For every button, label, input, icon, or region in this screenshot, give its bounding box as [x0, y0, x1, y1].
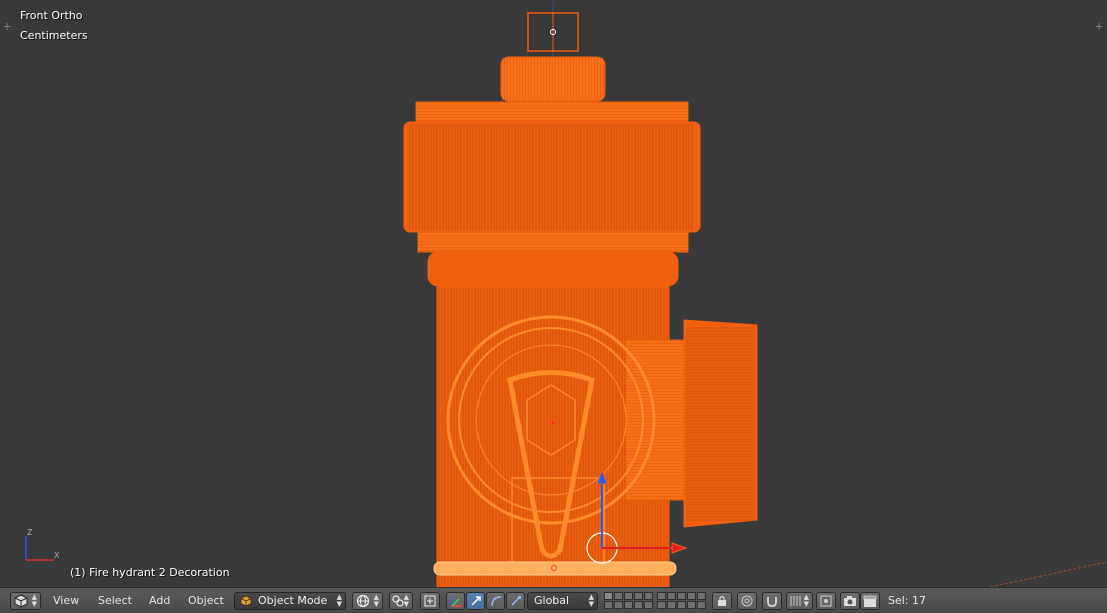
- bonnet-lines: [409, 124, 693, 230]
- manipulator-toggle-icon: [451, 596, 462, 607]
- layer-button[interactable]: [657, 601, 666, 609]
- mode-label: Object Mode: [258, 594, 328, 607]
- layer-button[interactable]: [634, 592, 643, 600]
- layer-button[interactable]: [657, 592, 666, 600]
- menu-add[interactable]: Add: [147, 592, 172, 610]
- layer-button[interactable]: [624, 601, 633, 609]
- magnet-icon: [767, 597, 777, 608]
- mode-dropdown[interactable]: Object Mode ▲ ▼: [234, 592, 346, 610]
- region-expand-right-icon[interactable]: +: [1094, 21, 1104, 32]
- layer-button[interactable]: [644, 592, 653, 600]
- layer-button[interactable]: [687, 601, 696, 609]
- proportional-edit-icon: [741, 595, 753, 607]
- snap-toggle-button[interactable]: [762, 592, 782, 610]
- layer-button[interactable]: [697, 592, 706, 600]
- rotate-icon: [491, 596, 502, 607]
- layer-button[interactable]: [614, 601, 623, 609]
- manipulator-settings-button[interactable]: [420, 592, 440, 610]
- units-label: Centimeters: [20, 29, 88, 42]
- cube-view-icon: [14, 594, 28, 608]
- snap-target-icon: [820, 595, 832, 607]
- floor-grid-line: [989, 561, 1107, 587]
- layer-button[interactable]: [604, 592, 613, 600]
- transform-gizmo-icon: [424, 595, 436, 607]
- layer-button[interactable]: [677, 601, 686, 609]
- snap-increment-icon: [790, 596, 801, 606]
- layer-button[interactable]: [644, 601, 653, 609]
- layers-group-2[interactable]: [657, 592, 706, 610]
- layers-group-1[interactable]: [604, 592, 653, 610]
- pivot-point-dropdown[interactable]: ▲ ▼: [389, 592, 413, 610]
- axis-x-label: X: [54, 551, 60, 560]
- layer-button[interactable]: [634, 601, 643, 609]
- object-info-label: (1) Fire hydrant 2 Decoration: [70, 566, 230, 579]
- axis-z-label: Z: [27, 528, 33, 537]
- lock-camera-layers-button[interactable]: [712, 592, 732, 610]
- 3d-view-header: ▲ ▼ View Select Add Object Object Mode ▲ ▼…: [0, 587, 1107, 613]
- transform-orientation-dropdown[interactable]: Global ▲ ▼: [527, 592, 598, 610]
- camera-icon: [844, 596, 856, 606]
- layer-button[interactable]: [667, 592, 676, 600]
- region-expand-left-icon[interactable]: +: [2, 21, 12, 32]
- proportional-editing-button[interactable]: [737, 592, 757, 610]
- translate-icon: [471, 596, 481, 606]
- render-animation-button[interactable]: [860, 592, 880, 610]
- menu-select[interactable]: Select: [96, 592, 134, 610]
- translate-manipulator-button[interactable]: [466, 592, 485, 610]
- neck: [427, 251, 679, 287]
- base-ring-selected: [433, 561, 677, 576]
- view-name-label: Front Ortho: [20, 9, 83, 22]
- editor-type-selector[interactable]: ▲ ▼: [10, 592, 41, 610]
- scale-icon: [511, 596, 521, 606]
- menu-object[interactable]: Object: [186, 592, 226, 610]
- viewport-shading-dropdown[interactable]: ▲ ▼: [352, 592, 383, 610]
- fire-hydrant-wireframe: [403, 0, 1107, 587]
- layer-button[interactable]: [614, 592, 623, 600]
- layer-button[interactable]: [604, 601, 613, 609]
- lock-icon: [718, 595, 726, 606]
- layer-button[interactable]: [624, 592, 633, 600]
- scale-manipulator-button[interactable]: [506, 592, 525, 610]
- render-opengl-button[interactable]: [840, 592, 860, 610]
- clapperboard-icon: [863, 595, 877, 607]
- layer-button[interactable]: [687, 592, 696, 600]
- layer-button[interactable]: [677, 592, 686, 600]
- cap-top: [500, 56, 606, 102]
- 3d-viewport[interactable]: Front Ortho Centimeters (1) Fire hydrant…: [0, 0, 1107, 587]
- snap-element-dropdown[interactable]: ▲ ▼: [786, 592, 813, 610]
- front-cap-center: [550, 420, 556, 426]
- rotate-manipulator-button[interactable]: [486, 592, 505, 610]
- manipulator-x-arrow: [671, 542, 688, 554]
- layer-button[interactable]: [667, 601, 676, 609]
- menu-view[interactable]: View: [51, 592, 81, 610]
- object-cube-icon: [240, 595, 252, 607]
- axis-gizmo: Z X: [25, 528, 60, 561]
- orientation-label: Global: [534, 594, 570, 607]
- layer-button[interactable]: [697, 601, 706, 609]
- selection-count-label: Sel: 17: [888, 594, 927, 607]
- snap-target-button[interactable]: [816, 592, 836, 610]
- sphere-shading-icon: [356, 594, 370, 608]
- manipulator-toggle-button[interactable]: [446, 592, 465, 610]
